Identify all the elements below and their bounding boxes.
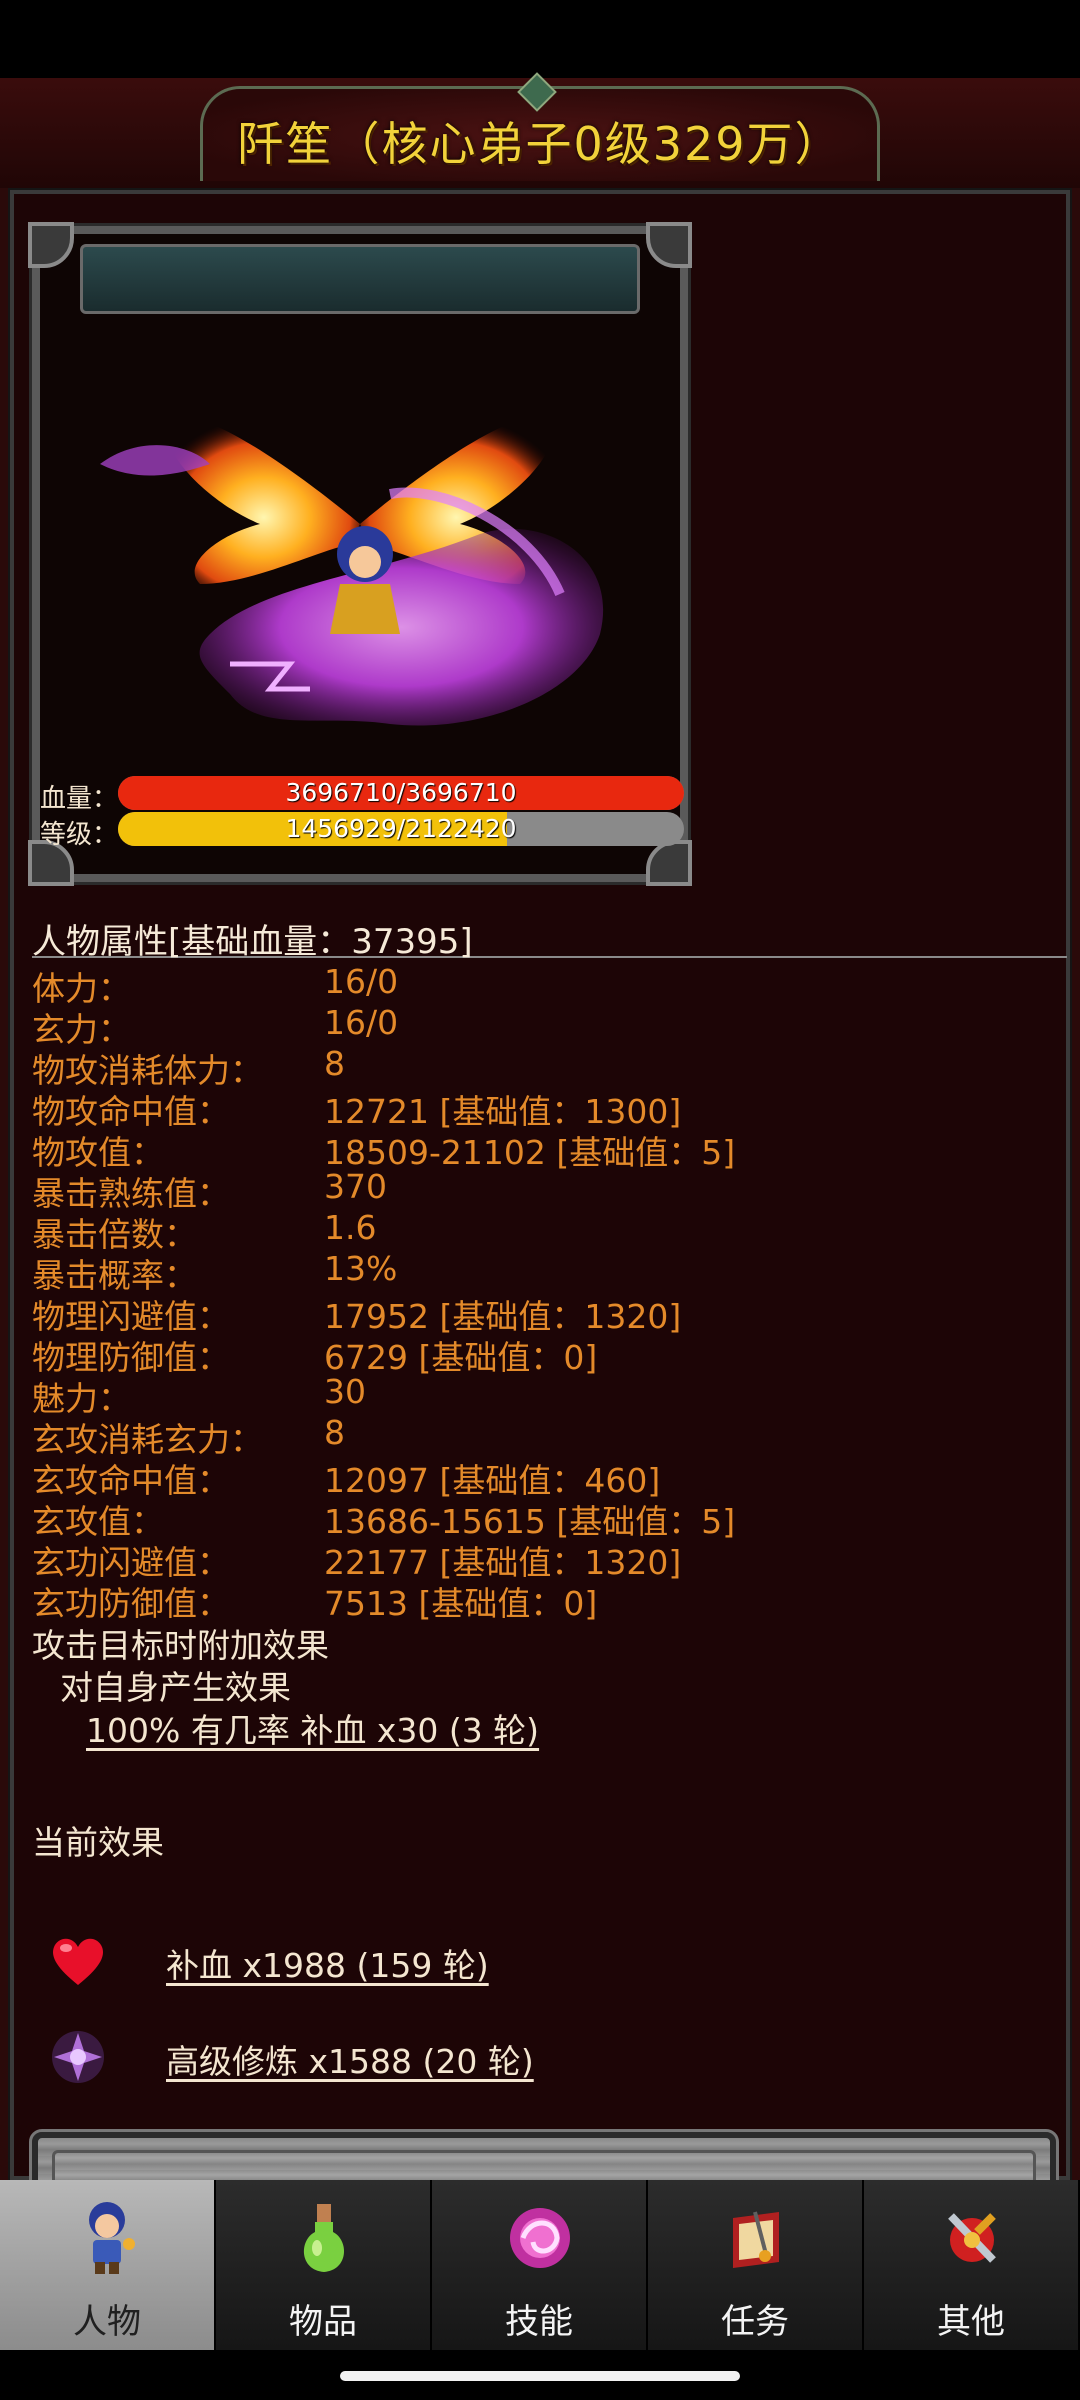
stat-value: 13% <box>324 1249 398 1288</box>
home-indicator[interactable] <box>340 2371 740 2381</box>
current-effect-text: 高级修炼 x1588 (20 轮) <box>166 2042 534 2081</box>
stat-row: 玄功闪避值： 22177 [基础值：1320] <box>32 1536 1062 1582</box>
character-portrait-panel: 血量： 3696710/3696710 等级： 1456929/2122420 <box>28 222 692 886</box>
level-label: 等级： <box>40 820 119 850</box>
hp-value: 3696710/3696710 <box>285 778 517 807</box>
corner-ornament-icon <box>646 222 692 268</box>
current-effect-item[interactable]: 高级修炼 x1588 (20 轮) <box>32 2023 932 2089</box>
corner-ornament-icon <box>28 222 74 268</box>
nav-tab-label: 任务 <box>721 2302 789 2342</box>
stat-row: 玄攻消耗玄力： 8 <box>32 1413 1062 1459</box>
stat-row: 玄攻命中值： 12097 [基础值：460] <box>32 1454 1062 1500</box>
stat-value: 16/0 <box>324 1003 399 1042</box>
game-screen: 阡笙（核心弟子0级329万） 血量： 3696710/3696710 等级： 1… <box>0 72 1080 2267</box>
status-bar <box>0 0 1080 78</box>
hp-bar: 3696710/3696710 <box>118 776 684 810</box>
nav-tab-quests[interactable]: 任务 <box>648 2180 864 2350</box>
stat-row: 玄功防御值： 7513 [基础值：0] <box>32 1577 1062 1623</box>
stat-label: 玄功防御值： <box>32 1584 230 1623</box>
stat-row: 暴击熟练值： 370 <box>32 1167 1062 1213</box>
character-portrait-image <box>100 417 604 726</box>
nav-tab-skills[interactable]: 技能 <box>432 2180 648 2350</box>
heart-icon <box>53 1938 103 1985</box>
stat-value: 370 <box>324 1167 387 1206</box>
stat-value: 8 <box>324 1044 345 1083</box>
skill-orb-icon <box>510 2208 570 2268</box>
stat-value: 7513 [基础值：0] <box>324 1584 598 1623</box>
level-bar-row: 等级： 1456929/2122420 <box>34 812 690 850</box>
title-bar: 阡笙（核心弟子0级329万） <box>0 72 1080 188</box>
page-title: 阡笙（核心弟子0级329万） <box>237 117 843 171</box>
nav-tab-label: 人物 <box>73 2302 141 2342</box>
stat-row: 魅力： 30 <box>32 1372 1062 1418</box>
corner-ornament-icon <box>646 840 692 886</box>
self-effect-header: 对自身产生效果 <box>60 1668 291 1707</box>
stat-row: 物攻命中值： 12721 [基础值：1300] <box>32 1085 1062 1131</box>
stat-row: 物攻消耗体力： 8 <box>32 1044 1062 1090</box>
nav-tab-label: 物品 <box>289 2302 357 2342</box>
cultivation-orb-icon <box>52 2031 104 2083</box>
stat-row: 玄攻值： 13686-15615 [基础值：5] <box>32 1495 1062 1541</box>
nav-tab-other[interactable]: 其他 <box>864 2180 1080 2350</box>
stat-row: 物攻值： 18509-21102 [基础值：5] <box>32 1126 1062 1172</box>
level-value: 1456929/2122420 <box>285 814 517 843</box>
hp-label: 血量： <box>40 784 119 814</box>
current-effect-text: 补血 x1988 (159 轮) <box>166 1946 489 1985</box>
portrait-panel-header <box>80 244 640 314</box>
current-effect-item[interactable]: 补血 x1988 (159 轮) <box>32 1927 932 1993</box>
nav-tab-label: 技能 <box>505 2302 573 2342</box>
stats-header: 人物属性[基础血量：37395] <box>32 914 1067 962</box>
level-bar: 1456929/2122420 <box>118 812 684 846</box>
stat-value: 16/0 <box>324 962 399 1001</box>
nav-tab-label: 其他 <box>937 2302 1005 2342</box>
stat-value: 8 <box>324 1413 345 1452</box>
self-effect-link[interactable]: 100% 有几率 补血 x30 (3 轮) <box>86 1704 539 1752</box>
stats-list: 体力： 16/0 玄力： 16/0 物攻消耗体力： 8 物攻命中值： 12721 [基础… <box>32 962 1062 1623</box>
quest-icon <box>733 2211 779 2268</box>
stat-row: 物理防御值： 6729 [基础值：0] <box>32 1331 1062 1377</box>
stat-value: 1.6 <box>324 1208 377 1247</box>
current-effects-header: 当前效果 <box>32 1823 164 1862</box>
stat-row: 物理闪避值： 17952 [基础值：1320] <box>32 1290 1062 1336</box>
hp-bar-row: 血量： 3696710/3696710 <box>34 776 690 814</box>
content-frame: 血量： 3696710/3696710 等级： 1456929/2122420 … <box>8 188 1072 2267</box>
attack-effects-header: 攻击目标时附加效果 <box>32 1626 329 1665</box>
stat-value: 30 <box>324 1372 366 1411</box>
nav-tab-character[interactable]: 人物 <box>0 2180 216 2350</box>
stat-row: 体力： 16/0 <box>32 962 1062 1008</box>
nav-tab-items[interactable]: 物品 <box>216 2180 432 2350</box>
stat-row: 玄力： 16/0 <box>32 1003 1062 1049</box>
character-icon <box>89 2202 135 2274</box>
stat-row: 暴击概率： 13% <box>32 1249 1062 1295</box>
stat-row: 暴击倍数： 1.6 <box>32 1208 1062 1254</box>
other-tools-icon <box>948 2213 996 2263</box>
bottom-nav: 人物 物品 技能 任务 其他 <box>0 2180 1080 2350</box>
home-indicator-bar <box>0 2350 1080 2400</box>
potion-icon <box>303 2204 345 2272</box>
